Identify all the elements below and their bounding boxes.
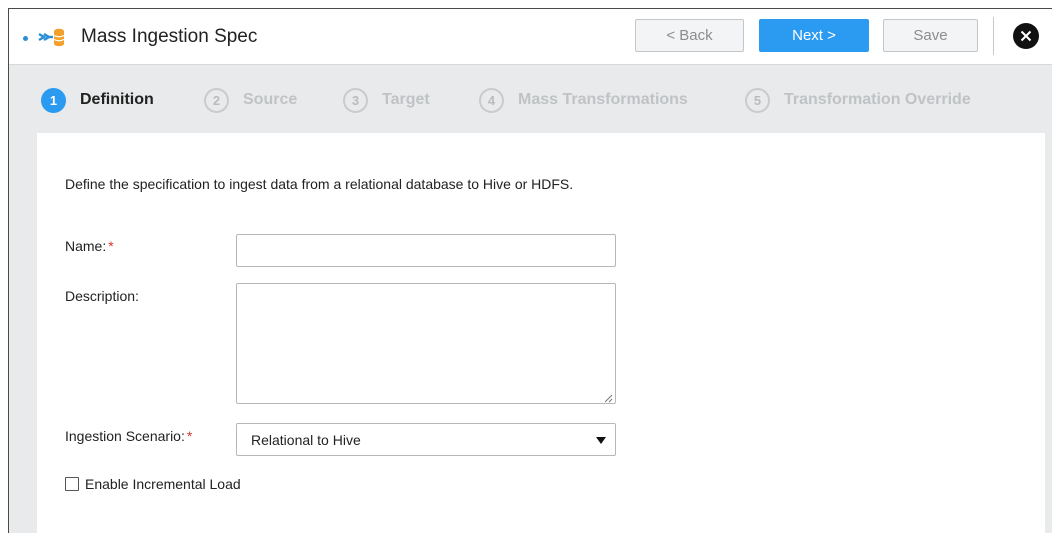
intro-text: Define the specification to ingest data … [65, 176, 574, 192]
step-label: Definition [80, 91, 154, 108]
ingestion-scenario-label-text: Ingestion Scenario: [65, 428, 185, 444]
step-target[interactable]: 3 Target [343, 87, 430, 113]
caret-down-icon [596, 437, 606, 444]
step-label: Target [382, 91, 430, 108]
step-label: Source [243, 91, 298, 108]
required-marker: * [108, 238, 114, 254]
next-button[interactable]: Next > [759, 19, 869, 52]
description-label: Description: [65, 288, 139, 304]
wizard-steps: 1 Definition 2 Source 3 Target 4 Mass Tr… [9, 66, 1052, 134]
status-dot [23, 36, 28, 41]
close-icon[interactable] [1013, 23, 1039, 49]
mass-ingestion-icon [37, 26, 67, 48]
step-mass-transformations[interactable]: 4 Mass Transformations [479, 87, 688, 113]
name-label: Name: * [65, 238, 114, 254]
resize-grip-icon[interactable] [603, 390, 613, 403]
step-transformation-override[interactable]: 5 Transformation Override [745, 87, 971, 113]
name-input[interactable] [236, 234, 616, 267]
page-title: Mass Ingestion Spec [81, 26, 258, 47]
required-marker: * [186, 428, 193, 444]
step-label: Transformation Override [784, 91, 971, 108]
save-button[interactable]: Save [883, 19, 978, 52]
app-window: Mass Ingestion Spec < Back Next > Save 1… [8, 8, 1052, 534]
step-number: 3 [343, 87, 368, 113]
step-definition[interactable]: 1 Definition [41, 87, 154, 113]
step-number: 1 [41, 87, 66, 113]
step-number: 2 [204, 87, 229, 113]
incremental-load-label: Enable Incremental Load [85, 476, 241, 492]
step-number: 5 [745, 87, 770, 113]
step-source[interactable]: 2 Source [204, 87, 297, 113]
step-number: 4 [479, 87, 504, 113]
name-label-text: Name: [65, 238, 107, 254]
description-textarea[interactable] [236, 283, 616, 404]
ingestion-scenario-value: Relational to Hive [251, 431, 361, 448]
back-button[interactable]: < Back [635, 19, 744, 52]
header-bar: Mass Ingestion Spec < Back Next > Save [9, 9, 1052, 65]
incremental-load-row[interactable]: Enable Incremental Load [65, 476, 241, 492]
incremental-load-checkbox[interactable] [65, 477, 79, 491]
header-divider [993, 17, 994, 55]
step-label: Mass Transformations [518, 91, 688, 108]
definition-panel: Define the specification to ingest data … [37, 133, 1045, 534]
ingestion-scenario-label: Ingestion Scenario: * [65, 428, 192, 444]
ingestion-scenario-select[interactable]: Relational to Hive [236, 423, 616, 456]
